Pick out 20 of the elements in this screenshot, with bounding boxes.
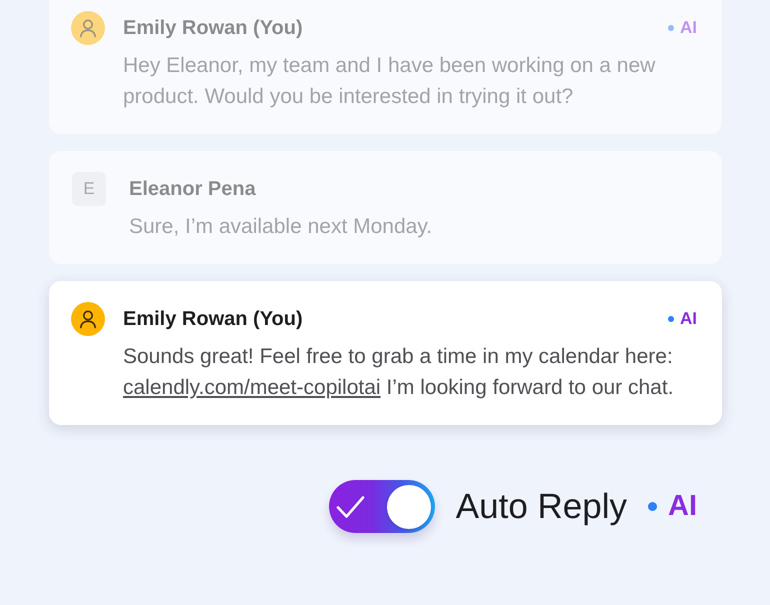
sender-name: Emily Rowan (You) (123, 308, 304, 330)
auto-reply-toggle[interactable] (328, 480, 435, 533)
initial-avatar: E (72, 172, 106, 206)
sender-name: Emily Rowan (You) (123, 16, 304, 40)
user-avatar-icon (71, 11, 105, 45)
dot-icon (648, 502, 657, 511)
sender-name: Eleanor Pena (129, 178, 257, 200)
user-avatar-icon (71, 302, 105, 336)
check-icon (336, 494, 365, 518)
message-text: Sounds great! Feel free to grab a time in my calendar here: calendly.com/meet-copilotai I’m looking forward to our chat. (123, 344, 675, 401)
toggle-knob (386, 484, 431, 528)
ai-label: AI (680, 18, 697, 38)
calendar-link[interactable]: calendly.com/meet-copilotai (123, 376, 381, 399)
message-text: Hey Eleanor, my team and I have been working on a new product. Would you be interested in trying it out? (123, 53, 656, 110)
dot-icon (668, 316, 674, 322)
ai-label: AI (668, 490, 697, 523)
ai-label: AI (680, 309, 697, 329)
auto-reply-label: Auto Reply (456, 486, 627, 526)
message-text: Sure, I’m available next Monday. (129, 214, 434, 240)
dot-icon (668, 25, 674, 31)
